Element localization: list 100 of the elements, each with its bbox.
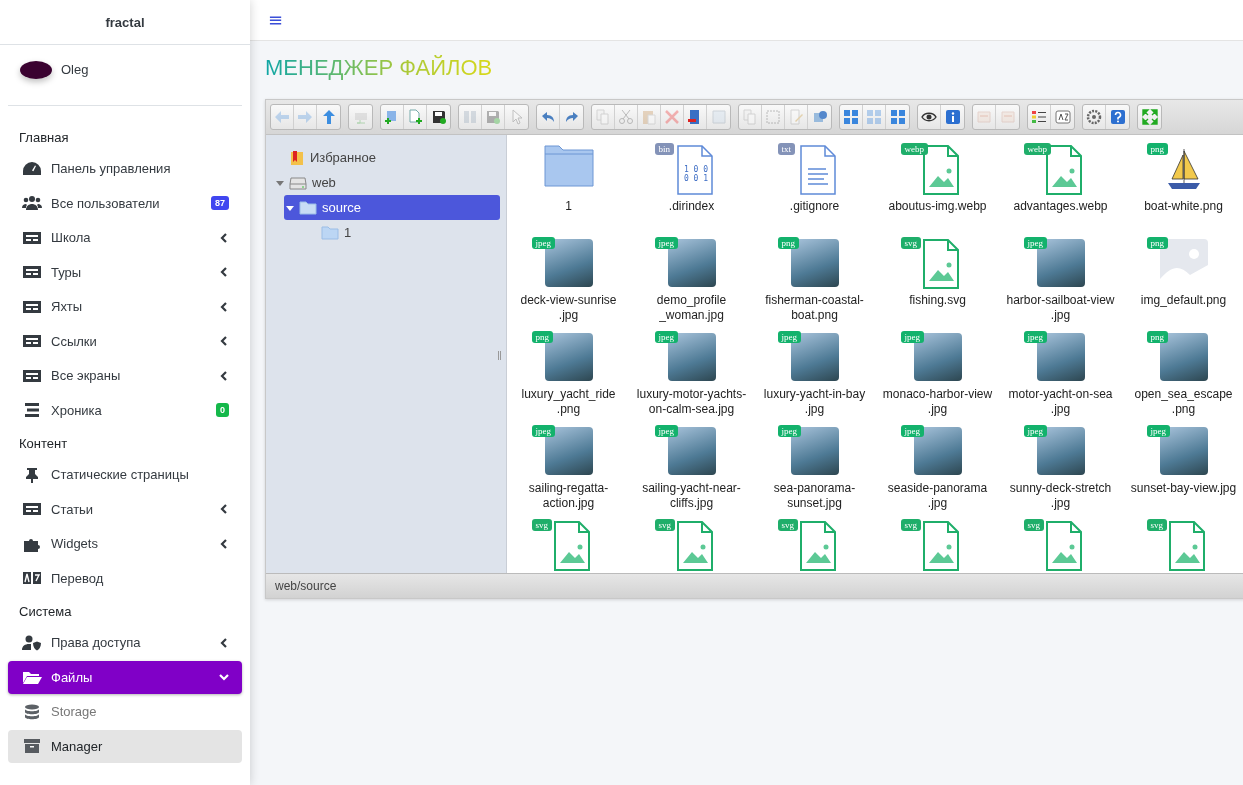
file-name: .gitignore [789,199,840,214]
file-item[interactable]: jpeg luxury-motor-yachts- on-calm-sea.jpg [630,333,753,427]
file-type-label: jpeg [654,425,678,437]
file-name: sunny-deck-stretch .jpg [1009,481,1112,511]
nav-item[interactable]: Статические страницы [8,458,242,491]
document-icon [976,109,992,125]
file-type-label: txt [777,143,795,155]
toolbar-button[interactable] [918,105,941,129]
tree-item[interactable]: web [274,170,500,195]
nav-item[interactable]: Статьи [8,492,242,526]
folder-icon [543,145,594,187]
archive-icon [22,738,42,754]
file-name: fisherman-coastal- boat.png [765,293,864,323]
expand-icon [1141,109,1158,125]
file-item[interactable]: 1 0 0 0 0 1 bin .dirindex [630,145,753,239]
nav-item[interactable]: Все экраны [8,359,242,392]
table-icon [22,501,42,517]
file-item[interactable]: jpeg motor-yacht-on-sea .jpg [999,333,1122,427]
tree-item[interactable]: Избранное [274,145,500,170]
file-item[interactable]: jpeg harbor-sailboat-view .jpg [999,239,1122,333]
duplicate-icon [742,109,758,125]
file-item[interactable]: jpeg sailing-regatta- action.jpg [507,427,630,521]
file-item[interactable]: jpeg seaside-panorama .jpg [876,427,999,521]
file-item[interactable]: webp aboutus-img.webp [876,145,999,239]
grid-icon [866,109,882,125]
file-type-label: jpeg [1023,331,1047,343]
nav-item[interactable]: Все пользователи 87 [8,186,242,220]
nav-item[interactable]: Перевод [8,561,242,595]
resize-handle[interactable] [498,351,501,360]
gauge-icon [22,160,42,177]
arrow-left-icon [274,109,290,125]
file-item[interactable]: png open_sea_escape .png [1122,333,1243,427]
file-name: .dirindex [668,199,715,214]
table-icon [22,264,42,280]
file-type-label: jpeg [654,331,678,343]
file-item[interactable]: png fisherman-coastal- boat.png [753,239,876,333]
nav-item[interactable]: Яхты [8,290,242,323]
menu-button[interactable]: ≡ [264,11,288,29]
grid-icon [889,109,906,125]
count-badge: 87 [211,196,229,210]
file-type-label: png [531,331,553,343]
nav-item[interactable]: Туры [8,255,242,289]
drive-icon [289,175,307,190]
file-name: luxury_yacht_ride .png [521,387,616,417]
file-item[interactable]: jpeg deck-view-sunrise .jpg [507,239,630,333]
database-icon [22,703,42,720]
info-icon [944,109,961,125]
file-type-label: jpeg [1023,237,1047,249]
file-name: sailing-yacht-near- cliffs.jpg [642,481,741,511]
file-item[interactable]: 1 [507,145,630,239]
file-item[interactable]: jpeg sea-panorama- sunset.jpg [753,427,876,521]
tree-item[interactable]: 1 [306,220,500,245]
file-item[interactable]: txt .gitignore [753,145,876,239]
user-name[interactable]: Oleg [61,62,89,77]
file-item[interactable]: png luxury_yacht_ride .png [507,333,630,427]
file-item[interactable]: jpeg sunset-bay-view.jpg [1122,427,1243,521]
file-type-label: png [1146,331,1168,343]
file-item[interactable]: png img_default.png [1122,239,1243,333]
file-name: deck-view-sunrise .jpg [520,293,617,323]
file-item[interactable]: jpeg luxury-yacht-in-bay .jpg [753,333,876,427]
nav-item[interactable]: Права доступа [8,626,242,659]
nav-item[interactable]: Файлы [8,660,242,694]
file-name: aboutus-img.webp [888,199,987,214]
file-name: luxury-motor-yachts- on-calm-sea.jpg [636,387,747,417]
nav-item[interactable]: Панель управления [8,152,242,185]
file-name: boat-white.png [1144,199,1223,214]
file-name: harbor-sailboat-view .jpg [1006,293,1115,323]
file-item[interactable]: svg fishing.svg [876,239,999,333]
table-icon [22,298,42,315]
users-icon [22,195,42,211]
folder-icon [321,225,339,240]
file-type-label: svg [531,519,552,531]
arrow-right-icon [297,109,313,125]
caret-down-icon[interactable] [276,178,284,187]
file-item[interactable]: webp advantages.webp [999,145,1122,239]
nav-item[interactable]: Ссылки [8,324,242,358]
list-icon [1031,109,1047,125]
nav-item[interactable]: Storage [8,695,242,728]
section-heading: Главная [18,129,70,147]
file-type-label: jpeg [1146,425,1170,437]
sort-icon [1054,109,1071,125]
caret-down-icon[interactable] [286,203,294,212]
file-item[interactable]: jpeg monaco-harbor-view .jpg [876,333,999,427]
nav-item[interactable]: Школа [8,221,242,254]
nav-item[interactable]: Manager [8,729,242,763]
document-icon [999,109,1016,125]
nav-item[interactable]: Widgets [8,527,242,560]
file-name: sea-panorama- sunset.jpg [773,481,856,511]
file-item[interactable]: png boat-white.png [1122,145,1243,239]
nav-item[interactable]: Хроника 0 [8,393,242,427]
file-type-label: jpeg [777,331,801,343]
file-type-label: svg [1146,519,1167,531]
file-item[interactable]: jpeg sailing-yacht-near- cliffs.jpg [630,427,753,521]
tree-item[interactable]: source [284,195,500,220]
file-type-label: bin [654,143,674,155]
file-type-label: webp [900,143,928,155]
file-name: open_sea_escape .png [1134,387,1233,417]
file-item[interactable]: jpeg demo_profile _woman.jpg [630,239,753,333]
file-type-label: jpeg [777,425,801,437]
file-item[interactable]: jpeg sunny-deck-stretch .jpg [999,427,1122,521]
